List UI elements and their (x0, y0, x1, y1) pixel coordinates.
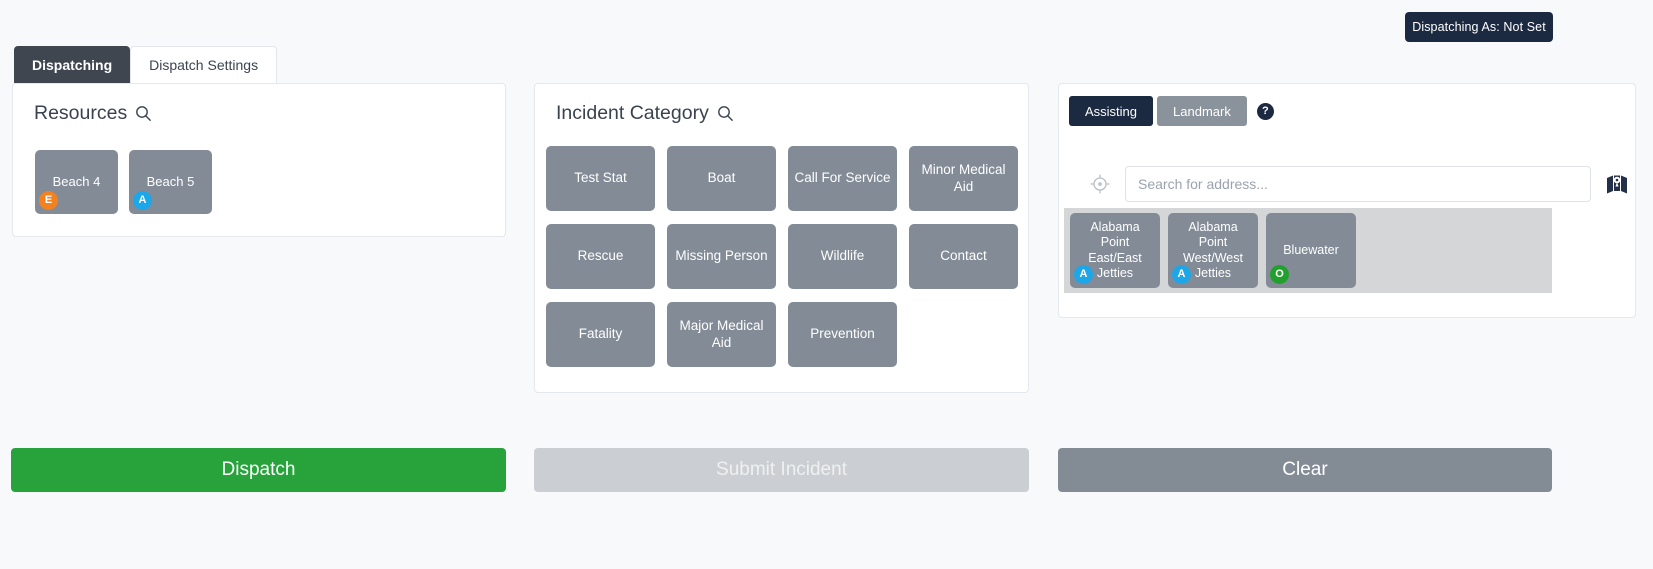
landmark-tile[interactable]: Alabama Point West/West Jetties A (1168, 213, 1258, 288)
submit-incident-button[interactable]: Submit Incident (534, 448, 1029, 492)
resources-panel: Resources Beach 4 E Beach 5 A (12, 83, 506, 237)
resource-tile-list: Beach 4 E Beach 5 A (35, 150, 212, 214)
tab-bar: Dispatching Dispatch Settings (14, 46, 278, 83)
incident-category-title: Incident Category (556, 102, 709, 124)
incident-category-tile[interactable]: Major Medical Aid (667, 302, 776, 367)
location-mode-toggle: Assisting Landmark ? (1069, 96, 1274, 126)
incident-category-tile[interactable]: Call For Service (788, 146, 897, 211)
help-icon[interactable]: ? (1256, 102, 1274, 120)
dispatch-button[interactable]: Dispatch (11, 448, 506, 492)
search-icon[interactable] (717, 105, 734, 122)
address-search-row (1089, 166, 1629, 202)
dispatching-as-badge[interactable]: Dispatching As: Not Set (1405, 12, 1553, 42)
incident-category-tile[interactable]: Rescue (546, 224, 655, 289)
landmark-tile-strip: Alabama Point East/East Jetties A Alabam… (1064, 208, 1552, 293)
resource-tile[interactable]: Beach 5 A (129, 150, 212, 214)
incident-category-tile[interactable]: Prevention (788, 302, 897, 367)
incident-title-row: Incident Category (535, 84, 1028, 125)
segment-assisting[interactable]: Assisting (1069, 96, 1154, 126)
resource-tile-label: Beach 4 (52, 174, 101, 190)
landmark-status-badge: A (1172, 265, 1191, 284)
address-search-input[interactable] (1125, 166, 1591, 202)
map-icon[interactable] (1605, 172, 1629, 196)
crosshair-icon[interactable] (1089, 173, 1111, 195)
incident-category-tile[interactable]: Boat (667, 146, 776, 211)
resources-title: Resources (34, 102, 128, 124)
incident-category-tile[interactable]: Contact (909, 224, 1018, 289)
resource-tile[interactable]: Beach 4 E (35, 150, 118, 214)
incident-category-panel: Incident Category Test Stat Boat Call Fo… (534, 83, 1029, 393)
incident-category-grid: Test Stat Boat Call For Service Minor Me… (546, 146, 1018, 367)
resource-status-badge: E (39, 191, 58, 210)
landmark-status-badge: A (1074, 265, 1093, 284)
incident-category-tile[interactable]: Missing Person (667, 224, 776, 289)
resources-title-row: Resources (13, 84, 505, 125)
segment-landmark[interactable]: Landmark (1157, 96, 1247, 126)
incident-category-tile[interactable]: Minor Medical Aid (909, 146, 1018, 211)
landmark-tile-label: Bluewater (1283, 242, 1339, 257)
location-panel: Assisting Landmark ? Search for address.… (1058, 83, 1636, 318)
landmark-tile[interactable]: Bluewater O (1266, 213, 1356, 288)
incident-category-tile[interactable]: Test Stat (546, 146, 655, 211)
landmark-status-badge: O (1270, 265, 1289, 284)
tab-dispatch-settings[interactable]: Dispatch Settings (130, 46, 278, 83)
resource-status-badge: A (133, 191, 152, 210)
tab-dispatching[interactable]: Dispatching (14, 46, 131, 83)
incident-category-tile[interactable]: Wildlife (788, 224, 897, 289)
dispatch-page: Dispatching As: Not Set Dispatching Disp… (0, 0, 1653, 569)
incident-category-tile[interactable]: Fatality (546, 302, 655, 367)
resource-tile-label: Beach 5 (146, 174, 195, 190)
landmark-tile[interactable]: Alabama Point East/East Jetties A (1070, 213, 1160, 288)
search-icon[interactable] (135, 105, 152, 122)
clear-button[interactable]: Clear (1058, 448, 1552, 492)
